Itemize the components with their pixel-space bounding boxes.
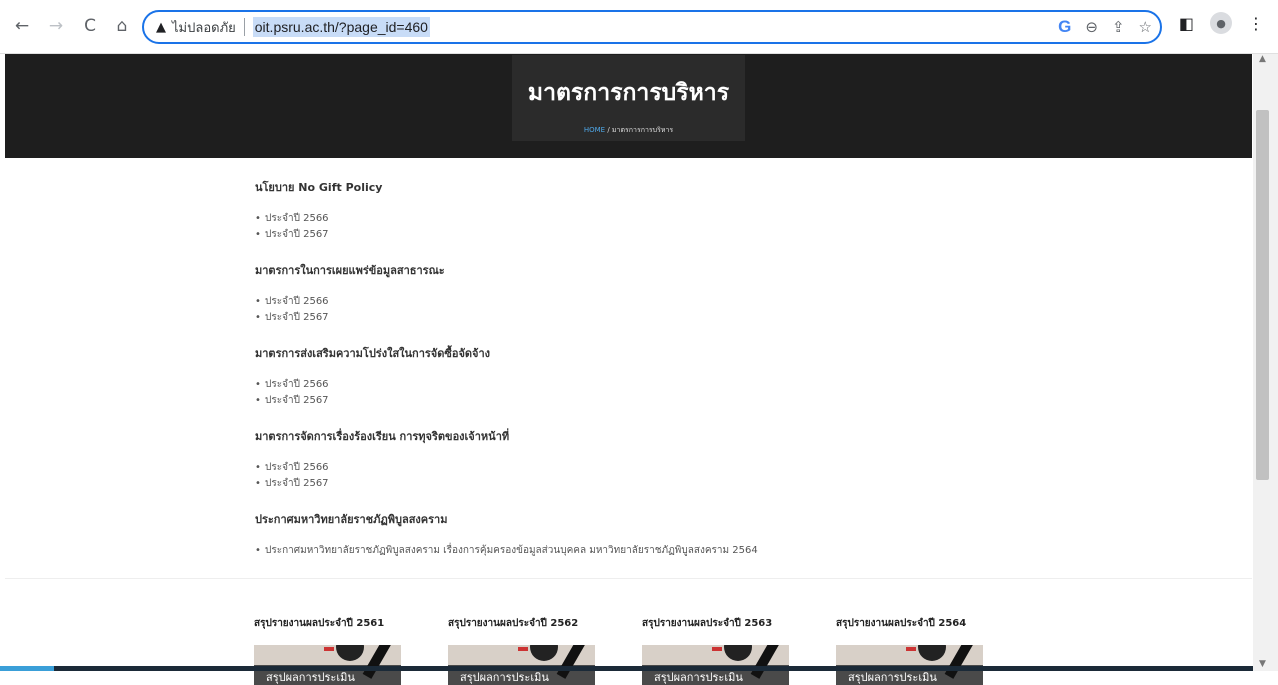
google-lens-icon[interactable]: G xyxy=(1058,17,1071,37)
list-item-link[interactable]: ประกาศมหาวิทยาลัยราชภัฏพิบูลสงคราม เรื่อ… xyxy=(255,543,1155,559)
section-heading: ประกาศมหาวิทยาลัยราชภัฏพิบูลสงคราม xyxy=(255,513,448,526)
list-item: ประจำปี 2567 xyxy=(255,227,1155,243)
side-panel-icon[interactable]: ◧ xyxy=(1179,14,1194,33)
breadcrumb-home-link[interactable]: HOME xyxy=(584,126,605,134)
back-arrow-icon[interactable]: ← xyxy=(8,12,36,40)
report-title: สรุปรายงานผลประจำปี 2564 xyxy=(836,618,967,629)
report-title: สรุปรายงานผลประจำปี 2561 xyxy=(254,618,385,629)
report-card[interactable]: สรุปรายงานผลประจำปี 2562 สรุปผลการประเมิ… xyxy=(448,616,595,685)
breadcrumb-separator: / xyxy=(605,126,612,134)
list-item: ประจำปี 2567 xyxy=(255,310,1155,326)
share-icon[interactable]: ⇪ xyxy=(1112,18,1125,36)
address-separator xyxy=(243,18,245,36)
page-title: มาตรการการบริหาร xyxy=(527,80,730,106)
section-list: ประจำปี 2566 ประจำปี 2567 xyxy=(255,211,1155,243)
report-title: สรุปรายงานผลประจำปี 2562 xyxy=(448,618,579,629)
section-heading: นโยบาย No Gift Policy xyxy=(255,181,383,194)
section-list: ประจำปี 2566 ประจำปี 2567 xyxy=(255,294,1155,326)
list-item: ประจำปี 2567 xyxy=(255,476,1155,492)
browser-toolbar: ← → C ⌂ ▲ ไม่ปลอดภัย oit.psru.ac.th/?pag… xyxy=(0,0,1278,54)
page-hero: มาตรการการบริหาร HOME / มาตรการการบริหาร xyxy=(5,54,1252,158)
report-card[interactable]: สรุปรายงานผลประจำปี 2564 สรุปผลการประเมิ… xyxy=(836,616,983,685)
report-thumbnail[interactable]: สรุปผลการประเมิน xyxy=(448,645,595,685)
reload-icon[interactable]: C xyxy=(76,12,104,40)
list-item-link[interactable]: ประจำปี 2566 xyxy=(255,377,1155,393)
omnibox-actions: G ⊖ ⇪ ☆ xyxy=(1058,12,1152,42)
security-warning[interactable]: ▲ ไม่ปลอดภัย xyxy=(156,17,236,38)
list-item: ประจำปี 2567 xyxy=(255,393,1155,409)
report-title: สรุปรายงานผลประจำปี 2563 xyxy=(642,618,773,629)
section-heading: มาตรการจัดการเรื่องร้องเรียน การทุจริตขอ… xyxy=(255,430,510,443)
reports-row: สรุปรายงานผลประจำปี 2561 สรุปผลการประเมิ… xyxy=(254,616,983,685)
section-list: ประกาศมหาวิทยาลัยราชภัฏพิบูลสงคราม เรื่อ… xyxy=(255,543,1155,559)
section-list: ประจำปี 2566 ประจำปี 2567 xyxy=(255,377,1155,409)
security-label: ไม่ปลอดภัย xyxy=(172,20,236,36)
breadcrumb: HOME / มาตรการการบริหาร xyxy=(512,125,745,136)
url-text[interactable]: oit.psru.ac.th/?page_id=460 xyxy=(252,17,430,37)
report-thumbnail[interactable]: สรุปผลการประเมิน xyxy=(836,645,983,685)
warning-triangle-icon: ▲ xyxy=(156,19,166,35)
toolbar-right-icons: ◧ ● ⋮ xyxy=(1179,12,1264,34)
zoom-icon[interactable]: ⊖ xyxy=(1085,18,1098,36)
report-card[interactable]: สรุปรายงานผลประจำปี 2561 สรุปผลการประเมิ… xyxy=(254,616,401,685)
breadcrumb-current: มาตรการการบริหาร xyxy=(611,126,674,134)
address-bar[interactable]: ▲ ไม่ปลอดภัย oit.psru.ac.th/?page_id=460… xyxy=(142,10,1162,44)
taskbar-strip xyxy=(0,666,1253,671)
main-content: นโยบาย No Gift Policy ประจำปี 2566 ประจำ… xyxy=(255,178,1155,577)
scroll-up-arrow-icon[interactable]: ▲ xyxy=(1259,54,1266,64)
page-scrollbar[interactable]: ▲ ▼ xyxy=(1253,54,1278,671)
section-divider xyxy=(5,578,1252,579)
hero-title-box: มาตรการการบริหาร HOME / มาตรการการบริหาร xyxy=(512,55,745,141)
bookmark-star-icon[interactable]: ☆ xyxy=(1139,18,1152,36)
report-thumbnail[interactable]: สรุปผลการประเมิน xyxy=(642,645,789,685)
menu-kebab-icon[interactable]: ⋮ xyxy=(1248,14,1264,33)
scrollbar-thumb[interactable] xyxy=(1256,110,1269,480)
list-item-link[interactable]: ประจำปี 2566 xyxy=(255,294,1155,310)
home-icon[interactable]: ⌂ xyxy=(108,12,136,40)
scroll-down-arrow-icon[interactable]: ▼ xyxy=(1259,659,1266,669)
list-item-link[interactable]: ประจำปี 2566 xyxy=(255,460,1155,476)
forward-arrow-icon[interactable]: → xyxy=(42,12,70,40)
profile-avatar-icon[interactable]: ● xyxy=(1210,12,1232,34)
section-list: ประจำปี 2566 ประจำปี 2567 xyxy=(255,460,1155,492)
report-thumbnail[interactable]: สรุปผลการประเมิน xyxy=(254,645,401,685)
section-heading: มาตรการส่งเสริมความโปร่งใสในการจัดซื้อจั… xyxy=(255,347,491,360)
section-heading: มาตรการในการเผยแพร่ข้อมูลสาธารณะ xyxy=(255,264,445,277)
list-item-link[interactable]: ประจำปี 2566 xyxy=(255,211,1155,227)
report-card[interactable]: สรุปรายงานผลประจำปี 2563 สรุปผลการประเมิ… xyxy=(642,616,789,685)
